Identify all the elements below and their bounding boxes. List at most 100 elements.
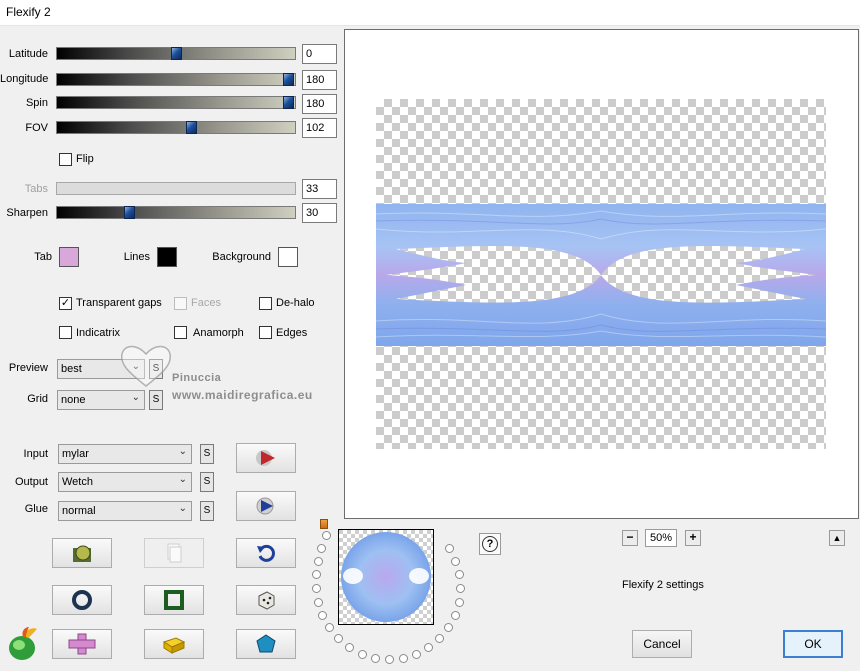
grid-label: Grid bbox=[27, 393, 48, 405]
grid-select[interactable]: none ⌄ bbox=[57, 390, 145, 410]
nav-dot[interactable] bbox=[385, 655, 394, 664]
nav-dot[interactable] bbox=[444, 623, 453, 632]
edges-label: Edges bbox=[276, 327, 308, 339]
undo-arrow-icon bbox=[257, 544, 275, 562]
input-s-button[interactable]: S bbox=[200, 444, 214, 464]
nav-dot[interactable] bbox=[445, 544, 454, 553]
cancel-button[interactable]: Cancel bbox=[632, 630, 692, 658]
longitude-label: Longitude bbox=[0, 73, 49, 85]
preview-canvas[interactable] bbox=[344, 29, 859, 519]
nav-dot[interactable] bbox=[424, 643, 433, 652]
nav-dot[interactable] bbox=[455, 598, 464, 607]
nav-dot[interactable] bbox=[451, 611, 460, 620]
navigator-handle[interactable] bbox=[320, 519, 328, 529]
tabs-input[interactable]: 33 bbox=[302, 179, 337, 199]
ok-button[interactable]: OK bbox=[783, 630, 843, 658]
latitude-thumb[interactable] bbox=[171, 47, 182, 60]
render-play-button[interactable] bbox=[236, 443, 296, 473]
grid-select-value: none bbox=[61, 394, 86, 406]
spin-thumb[interactable] bbox=[283, 96, 294, 109]
input-select-value: mylar bbox=[62, 448, 89, 460]
transparent-gaps-label: Transparent gaps bbox=[76, 297, 162, 309]
preview-label: Preview bbox=[8, 362, 48, 374]
sharpen-slider[interactable] bbox=[56, 206, 296, 219]
plus-tiles-icon bbox=[68, 633, 96, 655]
glue-label: Glue bbox=[24, 503, 48, 515]
spin-slider[interactable] bbox=[56, 96, 296, 109]
nav-dot[interactable] bbox=[456, 584, 465, 593]
nav-dot[interactable] bbox=[358, 650, 367, 659]
grid-s-button[interactable]: S bbox=[149, 390, 163, 410]
random-button[interactable] bbox=[236, 585, 296, 615]
nav-dot[interactable] bbox=[325, 623, 334, 632]
longitude-input[interactable]: 180 bbox=[302, 70, 337, 90]
glue-s-button[interactable]: S bbox=[200, 501, 214, 521]
navigator-thumbnail[interactable] bbox=[338, 529, 434, 625]
help-icon: ? bbox=[482, 536, 498, 552]
watermark-site: www.maidiregrafica.eu bbox=[172, 388, 313, 402]
nav-dot[interactable] bbox=[435, 634, 444, 643]
nav-dot[interactable] bbox=[317, 544, 326, 553]
nav-dot[interactable] bbox=[399, 654, 408, 663]
edges-checkbox[interactable] bbox=[259, 326, 272, 339]
nav-dot[interactable] bbox=[314, 557, 323, 566]
transparent-gaps-checkbox[interactable]: ✓ bbox=[59, 297, 72, 310]
fov-input[interactable]: 102 bbox=[302, 118, 337, 138]
background-color-swatch[interactable] bbox=[278, 247, 298, 267]
nav-dot[interactable] bbox=[451, 557, 460, 566]
nav-dot[interactable] bbox=[318, 611, 327, 620]
nav-dot[interactable] bbox=[312, 584, 321, 593]
tab-color-swatch[interactable] bbox=[59, 247, 79, 267]
latitude-input[interactable]: 0 bbox=[302, 44, 337, 64]
glue-select[interactable]: normal ⌄ bbox=[58, 501, 192, 521]
help-button[interactable]: ? bbox=[479, 533, 501, 555]
indicatrix-checkbox[interactable] bbox=[59, 326, 72, 339]
flip-checkbox[interactable] bbox=[59, 153, 72, 166]
pentagon-button[interactable] bbox=[236, 629, 296, 659]
title-bar: Flexify 2 bbox=[0, 0, 860, 26]
anamorph-checkbox[interactable] bbox=[174, 326, 187, 339]
block-button[interactable] bbox=[144, 629, 204, 659]
render-disc-button[interactable] bbox=[236, 491, 296, 521]
tabs-label: Tabs bbox=[24, 183, 48, 195]
spin-label: Spin bbox=[25, 97, 48, 109]
zoom-in-button[interactable]: + bbox=[685, 530, 701, 546]
tabs-slider bbox=[56, 182, 296, 195]
flexify-render-image bbox=[376, 204, 826, 346]
collapse-button[interactable]: ▲ bbox=[829, 530, 845, 546]
longitude-slider[interactable] bbox=[56, 73, 296, 86]
glue-select-value: normal bbox=[62, 505, 96, 517]
flip-label: Flip bbox=[76, 153, 94, 165]
frame-button[interactable] bbox=[144, 585, 204, 615]
nav-dot[interactable] bbox=[345, 643, 354, 652]
pentagon-icon bbox=[256, 634, 276, 653]
nav-dot[interactable] bbox=[455, 570, 464, 579]
longitude-thumb[interactable] bbox=[283, 73, 294, 86]
nav-dot[interactable] bbox=[322, 531, 331, 540]
fov-slider[interactable] bbox=[56, 121, 296, 134]
square-frame-icon bbox=[164, 590, 184, 610]
tab-shape-button[interactable] bbox=[52, 629, 112, 659]
nav-dot[interactable] bbox=[412, 650, 421, 659]
output-s-button[interactable]: S bbox=[200, 472, 214, 492]
input-label: Input bbox=[23, 448, 48, 460]
lines-color-swatch[interactable] bbox=[157, 247, 177, 267]
nav-dot[interactable] bbox=[312, 570, 321, 579]
de-halo-checkbox[interactable] bbox=[259, 297, 272, 310]
open-preset-button[interactable] bbox=[52, 538, 112, 568]
sharpen-input[interactable]: 30 bbox=[302, 203, 337, 223]
ring-button[interactable] bbox=[52, 585, 112, 615]
nav-dot[interactable] bbox=[334, 634, 343, 643]
nav-dot[interactable] bbox=[314, 598, 323, 607]
latitude-slider[interactable] bbox=[56, 47, 296, 60]
fov-label: FOV bbox=[25, 122, 48, 134]
flaming-pear-logo-icon bbox=[6, 626, 40, 662]
nav-dot[interactable] bbox=[371, 654, 380, 663]
fov-thumb[interactable] bbox=[186, 121, 197, 134]
zoom-out-button[interactable]: − bbox=[622, 530, 638, 546]
output-select[interactable]: Wetch ⌄ bbox=[58, 472, 192, 492]
spin-input[interactable]: 180 bbox=[302, 94, 337, 114]
input-select[interactable]: mylar ⌄ bbox=[58, 444, 192, 464]
sharpen-thumb[interactable] bbox=[124, 206, 135, 219]
undo-button[interactable] bbox=[236, 538, 296, 568]
